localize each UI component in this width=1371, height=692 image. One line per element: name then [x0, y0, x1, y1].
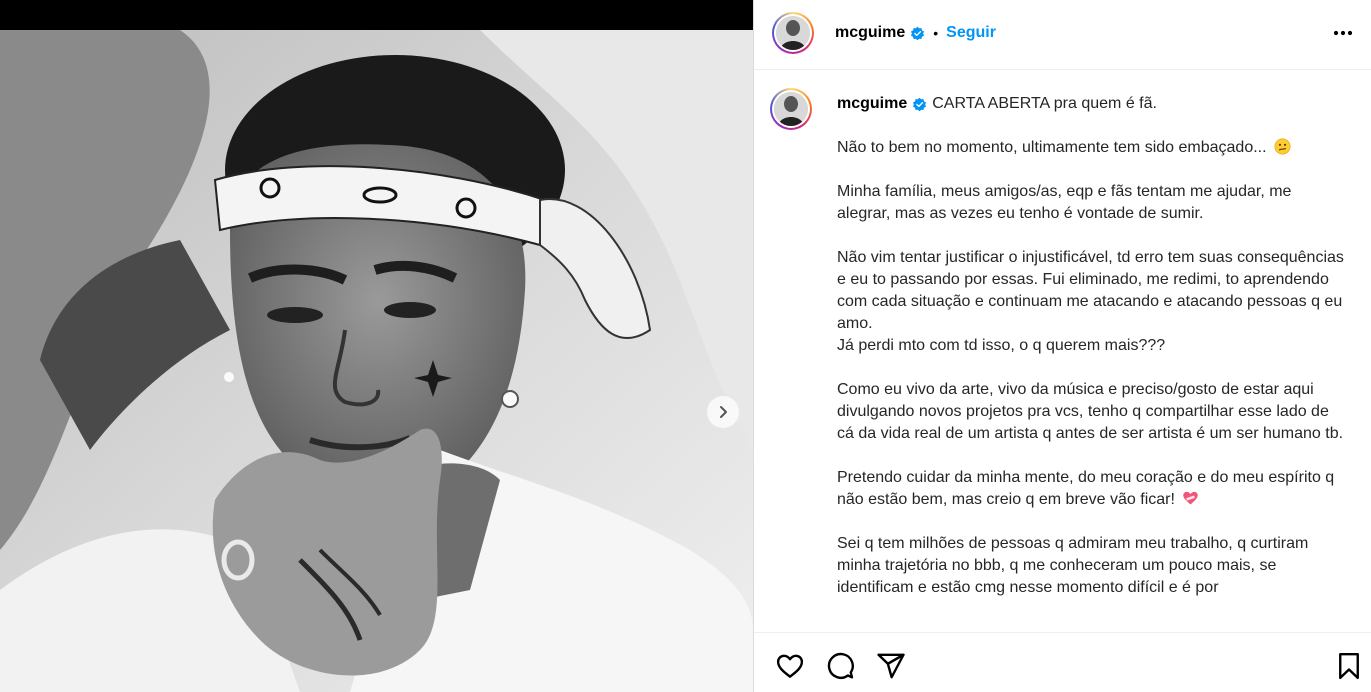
caption-paragraph: Já perdi mto com td isso, o q querem mai… — [837, 335, 1347, 357]
comment-icon — [827, 652, 854, 679]
caption-text: Já perdi mto com td isso, o q querem mai… — [837, 337, 1166, 354]
post-caption: mcguime CARTA ABERTA pra quem é fã. Não … — [837, 93, 1347, 621]
avatar[interactable] — [772, 12, 814, 54]
like-button[interactable] — [775, 651, 805, 681]
verified-badge-icon — [913, 97, 927, 111]
follow-button[interactable]: Seguir — [946, 24, 996, 42]
caption-paragraph: Minha família, meus amigos/as, eqp e fãs… — [837, 181, 1347, 225]
mending-heart-emoji — [1183, 491, 1199, 505]
header-username-row: mcguime • Seguir — [835, 23, 996, 43]
confused-face-emoji — [1274, 138, 1291, 155]
header-username[interactable]: mcguime — [835, 24, 905, 42]
verified-badge-icon — [911, 26, 925, 40]
avatar-image — [776, 16, 810, 50]
next-photo-button[interactable] — [707, 396, 739, 428]
post-details-panel: mcguime • Seguir mcguime CARTA ABERTA pr… — [753, 0, 1371, 692]
post-actions-bar — [754, 632, 1371, 692]
more-options-button[interactable] — [1330, 20, 1356, 46]
more-horizontal-icon — [1333, 30, 1353, 36]
post-photo — [0, 30, 753, 692]
caption-avatar[interactable] — [770, 88, 812, 130]
caption-area: mcguime CARTA ABERTA pra quem é fã. Não … — [754, 71, 1371, 631]
caption-paragraph: Não vim tentar justificar o injustificáv… — [837, 247, 1347, 335]
caption-paragraph: Como eu vivo da arte, vivo da música e p… — [837, 379, 1347, 445]
caption-text: CARTA ABERTA pra quem é fã. — [932, 95, 1157, 112]
save-button[interactable] — [1334, 651, 1364, 681]
caption-text: Pretendo cuidar da minha mente, do meu c… — [837, 469, 1335, 508]
paper-plane-icon — [877, 653, 905, 679]
comment-button[interactable] — [825, 651, 855, 681]
post-header: mcguime • Seguir — [754, 0, 1371, 70]
caption-text: Não to bem no momento, ultimamente tem s… — [837, 139, 1267, 156]
caption-paragraph: Sei q tem milhões de pessoas q admiram m… — [837, 533, 1347, 599]
caption-paragraph: Não to bem no momento, ultimamente tem s… — [837, 137, 1347, 159]
caption-paragraph: Pretendo cuidar da minha mente, do meu c… — [837, 467, 1347, 511]
caption-username[interactable]: mcguime — [837, 93, 907, 115]
avatar-image — [774, 92, 808, 126]
caption-first-line: mcguime CARTA ABERTA pra quem é fã. — [837, 93, 1347, 115]
bookmark-icon — [1339, 652, 1359, 680]
caption-text: Sei q tem milhões de pessoas q admiram m… — [837, 535, 1309, 596]
separator-dot: • — [933, 25, 939, 41]
caption-text: Não vim tentar justificar o injustificáv… — [837, 249, 1344, 332]
chevron-right-icon — [720, 406, 727, 418]
post-media — [0, 0, 753, 692]
heart-icon — [776, 654, 804, 678]
share-button[interactable] — [876, 651, 906, 681]
caption-text: Minha família, meus amigos/as, eqp e fãs… — [837, 183, 1292, 222]
caption-text: Como eu vivo da arte, vivo da música e p… — [837, 381, 1344, 442]
